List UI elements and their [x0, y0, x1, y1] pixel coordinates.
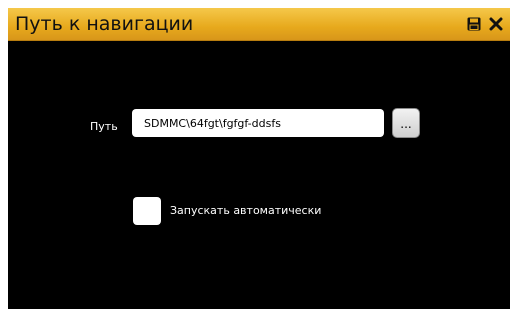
path-label: Путь: [90, 120, 118, 133]
dialog-title: Путь к навигации: [15, 13, 194, 35]
autostart-label[interactable]: Запускать автоматически: [170, 204, 321, 217]
autostart-checkbox[interactable]: [133, 197, 161, 225]
path-input-value: SDMMC\64fgt\fgfgf-ddsfs: [144, 116, 281, 130]
navigation-path-dialog: Путь к навигации Путь SDMMC\64fgt\fgfgf-…: [8, 8, 510, 309]
close-button[interactable]: [487, 15, 505, 33]
path-input[interactable]: SDMMC\64fgt\fgfgf-ddsfs: [132, 109, 384, 137]
title-bar: Путь к навигации: [8, 8, 510, 41]
save-button[interactable]: [465, 15, 483, 33]
close-icon: [489, 17, 503, 31]
browse-button[interactable]: ...: [392, 108, 420, 138]
save-icon: [467, 17, 481, 31]
